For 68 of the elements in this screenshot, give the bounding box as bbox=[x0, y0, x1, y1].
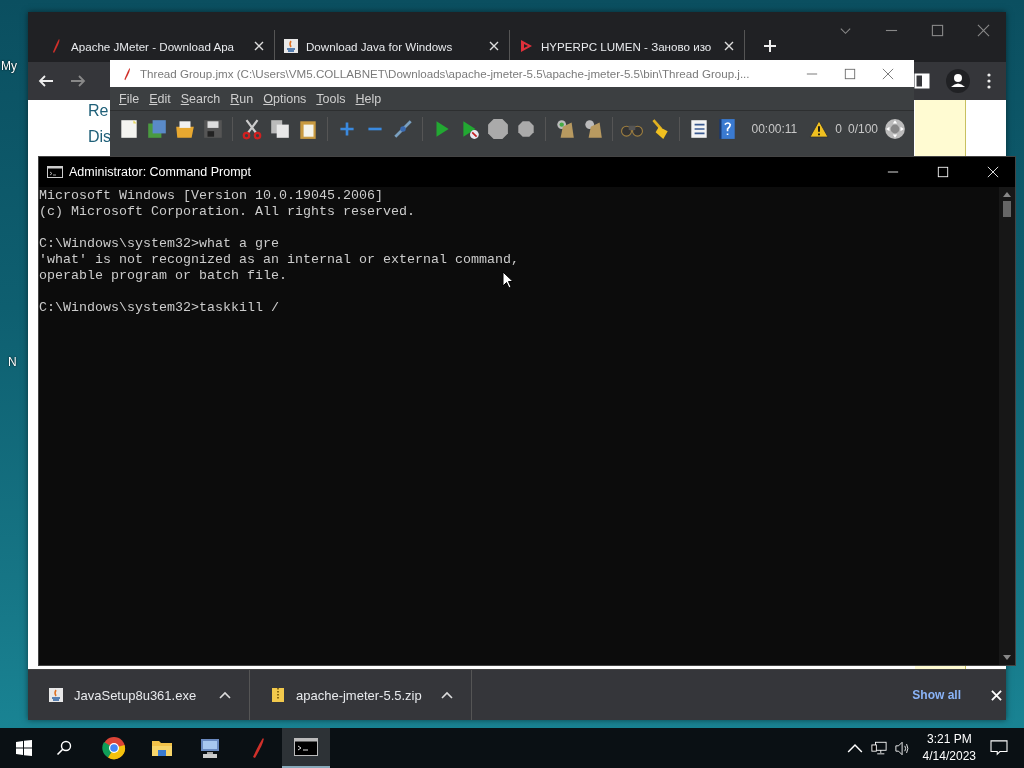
shutdown-icon[interactable] bbox=[515, 118, 537, 140]
console-line: C:\Windows\system32>what a gre bbox=[39, 236, 279, 252]
close-tab-icon[interactable] bbox=[487, 39, 501, 53]
start-button[interactable] bbox=[16, 740, 32, 756]
browser-logo-icon bbox=[102, 736, 126, 760]
scroll-thumb[interactable] bbox=[1003, 201, 1011, 217]
stop-icon[interactable] bbox=[487, 118, 509, 140]
java-icon bbox=[283, 38, 299, 54]
window-title: Thread Group.jmx (C:\Users\VM5.COLLABNET\Downloads\apache-jmeter-5.5\apache-jmeter-5.5\bin\Thread Group.j... bbox=[140, 67, 751, 80]
save-icon[interactable] bbox=[202, 118, 224, 140]
scrollbar[interactable] bbox=[999, 187, 1015, 665]
forward-arrow-icon[interactable] bbox=[70, 73, 86, 89]
back-arrow-icon[interactable] bbox=[38, 73, 54, 89]
side-panel-icon[interactable] bbox=[914, 73, 930, 89]
profile-icon[interactable] bbox=[946, 69, 970, 93]
installer-icon bbox=[48, 687, 64, 703]
menu-icon[interactable] bbox=[986, 73, 992, 89]
mouse-cursor-icon bbox=[502, 271, 514, 289]
scroll-down-arrow-icon[interactable] bbox=[1003, 655, 1011, 661]
new-file-icon[interactable] bbox=[118, 118, 140, 140]
console-icon bbox=[47, 166, 63, 178]
paste-icon[interactable] bbox=[297, 118, 319, 140]
menu-item[interactable]: Run bbox=[226, 89, 258, 108]
menu-item[interactable]: File bbox=[115, 89, 144, 108]
menu-item[interactable]: Search bbox=[176, 89, 225, 108]
desktop-icon-label: My bbox=[1, 59, 17, 73]
menu-item[interactable]: Options bbox=[259, 89, 311, 108]
new-tab-icon[interactable] bbox=[763, 39, 777, 53]
zip-file-icon bbox=[270, 687, 286, 703]
download-item[interactable]: JavaSetup8u361.exe bbox=[28, 670, 250, 720]
console-icon bbox=[294, 735, 318, 759]
volume-icon[interactable] bbox=[894, 740, 911, 756]
copy-icon[interactable] bbox=[269, 118, 291, 140]
console-line: (c) Microsoft Corporation. All rights reserved. bbox=[39, 204, 415, 220]
caret-icon[interactable] bbox=[441, 691, 453, 699]
window-title: Administrator: Command Prompt bbox=[69, 165, 251, 179]
caret-icon[interactable] bbox=[219, 691, 231, 699]
console-line: Microsoft Windows [Version 10.0.19045.2006] bbox=[39, 188, 383, 204]
computer-icon bbox=[198, 736, 222, 760]
menu-item[interactable]: Tools bbox=[312, 89, 350, 108]
notifications-icon[interactable] bbox=[990, 740, 1008, 756]
help-book-icon[interactable] bbox=[716, 118, 738, 140]
console-line: operable program or batch file. bbox=[39, 268, 287, 284]
play-logo-icon bbox=[518, 38, 534, 54]
console-line: 'what' is not recognized as an internal or external command, bbox=[39, 252, 519, 268]
search-icon[interactable] bbox=[56, 740, 72, 756]
clock[interactable]: 3:21 PM 4/14/2023 bbox=[922, 731, 976, 765]
scissors-icon[interactable] bbox=[241, 118, 263, 140]
warning-count: 0 bbox=[835, 122, 842, 136]
thread-count: 0/100 bbox=[847, 122, 878, 136]
list-icon[interactable] bbox=[688, 118, 710, 140]
console-line: C:\Windows\system32>taskkill / bbox=[39, 300, 279, 316]
close-tab-icon[interactable] bbox=[722, 39, 736, 53]
page-link[interactable]: Re bbox=[88, 102, 109, 120]
menu-item[interactable]: Help bbox=[351, 89, 386, 108]
scroll-up-arrow-icon[interactable] bbox=[1003, 191, 1011, 197]
network-icon[interactable] bbox=[870, 740, 887, 756]
menu-item[interactable]: Edit bbox=[145, 89, 175, 108]
download-item[interactable]: apache-jmeter-5.5.zip bbox=[250, 670, 472, 720]
templates-icon[interactable] bbox=[146, 118, 168, 140]
warning-icon[interactable] bbox=[809, 120, 830, 138]
desktop-icon-label: N bbox=[8, 355, 17, 369]
elapsed-time: 00:00:11 bbox=[751, 122, 798, 136]
page-link[interactable]: Dis bbox=[88, 128, 112, 146]
remote-hosts-icon[interactable] bbox=[884, 118, 906, 140]
taskbar-app-button[interactable] bbox=[282, 728, 330, 768]
close-tab-icon[interactable] bbox=[252, 39, 266, 53]
open-folder-icon[interactable] bbox=[174, 118, 196, 140]
